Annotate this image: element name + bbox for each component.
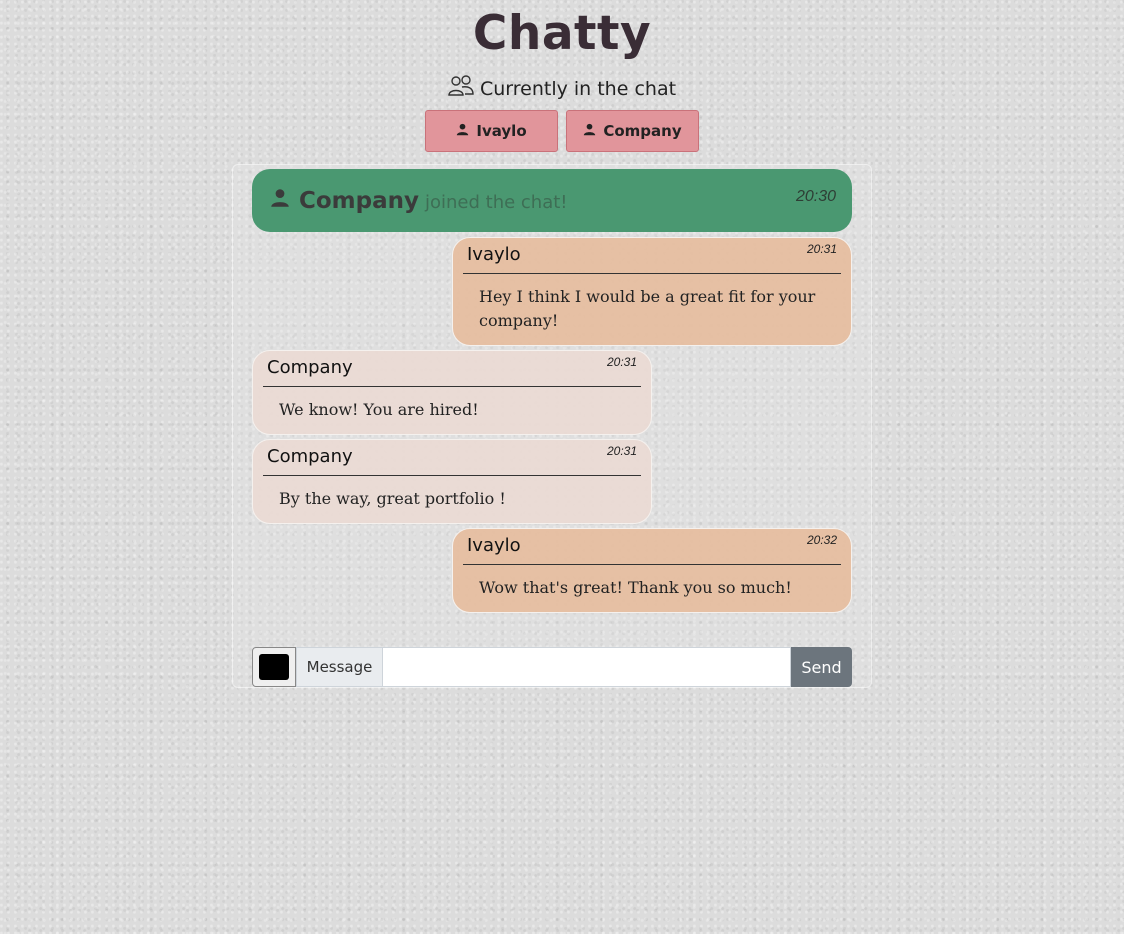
message-sender: Company (267, 446, 353, 467)
message-header: Ivaylo 20:32 (463, 533, 841, 565)
join-notice-text: joined the chat! (425, 192, 568, 213)
join-notice-time: 20:30 (795, 187, 836, 205)
message-sender: Ivaylo (467, 244, 521, 265)
user-button-label: Company (603, 122, 682, 140)
message-time: 20:32 (806, 533, 837, 547)
message-time: 20:31 (606, 355, 637, 369)
message-bubble: Company 20:31 By the way, great portfoli… (252, 439, 652, 524)
message-text: We know! You are hired! (279, 400, 479, 419)
color-swatch (259, 654, 289, 680)
message-bubble: Ivaylo 20:32 Wow that's great! Thank you… (452, 528, 852, 613)
message-sender: Company (267, 357, 353, 378)
message-label: Message (296, 647, 383, 687)
person-icon (270, 188, 299, 213)
color-picker[interactable] (252, 647, 296, 687)
users-icon (448, 74, 474, 103)
user-button-label: Ivaylo (476, 122, 527, 140)
online-heading-text: Currently in the chat (479, 77, 677, 100)
message-header: Company 20:31 (263, 444, 641, 476)
message-time: 20:31 (606, 444, 637, 458)
message-header: Ivaylo 20:31 (463, 242, 841, 274)
message-bubble: Ivaylo 20:31 Hey I think I would be a gr… (452, 237, 852, 346)
app-title: Chatty (472, 6, 652, 61)
person-icon (583, 122, 596, 140)
join-notice: Company joined the chat! 20:30 (252, 169, 852, 232)
message-bubble: Company 20:31 We know! You are hired! (252, 350, 652, 435)
user-button-company[interactable]: Company (566, 110, 699, 152)
message-header: Company 20:31 (263, 355, 641, 387)
message-time: 20:31 (806, 242, 837, 256)
message-sender: Ivaylo (467, 535, 521, 556)
join-notice-name: Company (299, 187, 419, 214)
user-button-ivaylo[interactable]: Ivaylo (425, 110, 558, 152)
message-text: By the way, great portfolio ! (279, 489, 506, 508)
online-users-heading: Currently in the chat (0, 74, 1124, 103)
message-text: Wow that's great! Thank you so much! (479, 578, 792, 597)
message-composer: Message Send (252, 647, 852, 687)
online-users-list: Ivaylo Company (0, 110, 1124, 152)
message-input[interactable] (383, 647, 791, 687)
message-text: Hey I think I would be a great fit for y… (479, 287, 816, 330)
person-icon (456, 122, 469, 140)
send-button[interactable]: Send (791, 647, 852, 687)
